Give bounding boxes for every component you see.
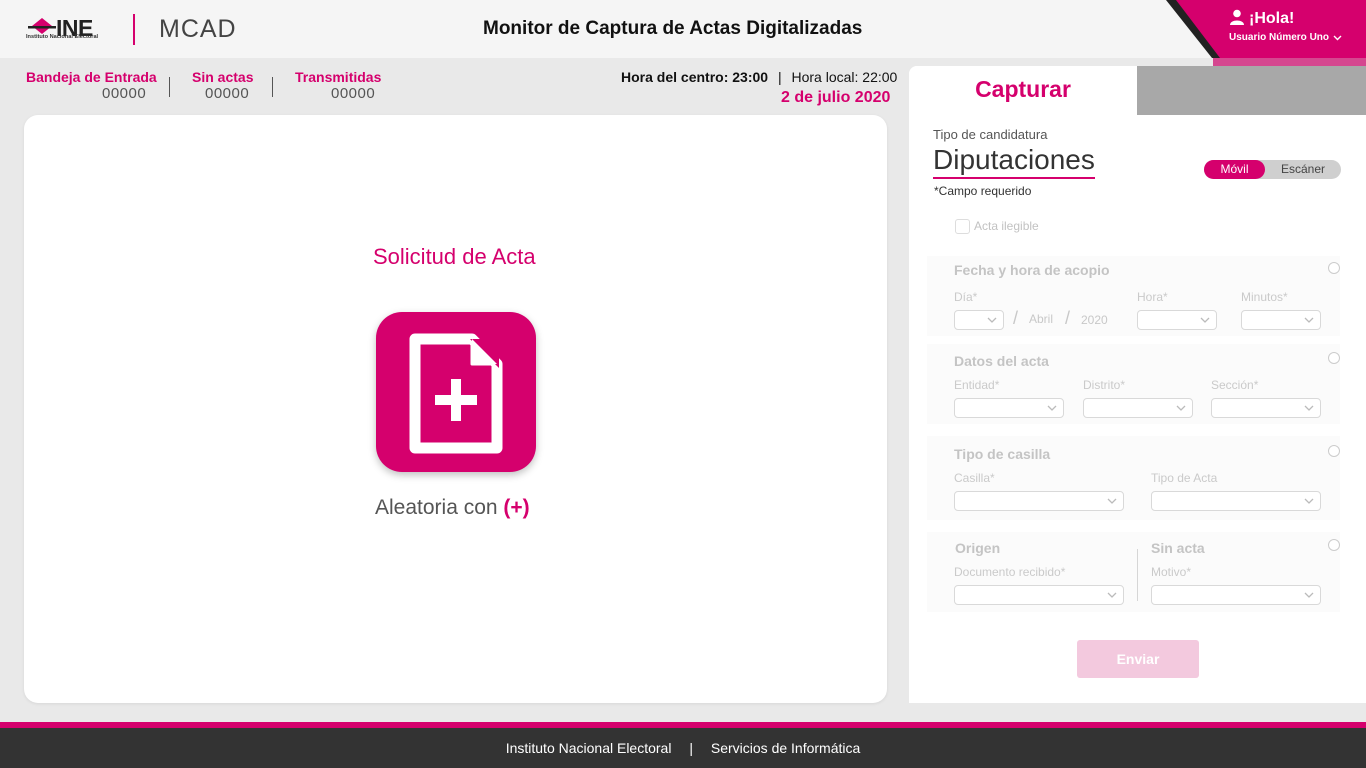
section-radio[interactable]: [1328, 445, 1340, 457]
chevron-down-icon: [1107, 592, 1117, 598]
hour-label: Hora*: [1137, 290, 1168, 304]
center-time: Hora del centro: 23:00: [621, 69, 769, 85]
day-select[interactable]: [954, 310, 1004, 330]
footer: Instituto Nacional Electoral | Servicios…: [0, 728, 1366, 768]
chevron-down-icon: [1047, 405, 1057, 411]
act-type-label: Tipo de Acta: [1151, 471, 1218, 485]
entity-label: Entidad*: [954, 378, 1000, 392]
entity-select[interactable]: [954, 398, 1064, 418]
tab-secondary[interactable]: [1137, 66, 1366, 115]
section-select[interactable]: [1211, 398, 1321, 418]
submit-button[interactable]: Enviar: [1077, 640, 1199, 678]
illegible-label: Acta ilegible: [974, 219, 1039, 233]
app-header: INE Instituto Nacional Electoral MCAD Mo…: [0, 0, 1366, 58]
ine-logo[interactable]: INE Instituto Nacional Electoral: [26, 15, 114, 44]
chevron-down-icon: [987, 317, 997, 323]
section-field-label: Sección*: [1211, 378, 1259, 392]
reason-select[interactable]: [1151, 585, 1321, 605]
greeting-text: ¡Hola!: [1249, 10, 1295, 27]
section-title: Sin acta: [1151, 540, 1205, 556]
chevron-down-icon: [1333, 35, 1342, 41]
tab-capture[interactable]: Capturar: [909, 66, 1137, 115]
toggle-mobile[interactable]: Móvil: [1204, 160, 1265, 179]
candidacy-type-label: Tipo de candidatura: [933, 127, 1048, 142]
year-value: 2020: [1081, 313, 1108, 327]
document-received-select[interactable]: [954, 585, 1124, 605]
chevron-down-icon: [1304, 317, 1314, 323]
polling-label: Casilla*: [954, 471, 995, 485]
logo-subtitle: Instituto Nacional Electoral: [26, 34, 99, 40]
section-divider: [1137, 549, 1138, 601]
page-title: Monitor de Captura de Actas Digitalizada…: [483, 18, 863, 39]
chevron-down-icon: [1200, 317, 1210, 323]
random-plus: (+): [503, 496, 530, 519]
local-time: Hora local: 22:00: [791, 69, 898, 85]
date-separator: /: [1065, 308, 1071, 328]
chevron-down-icon: [1107, 498, 1117, 504]
random-text: Aleatoria con: [375, 496, 498, 519]
section-title: Origen: [955, 540, 1001, 556]
time-separator: |: [777, 69, 782, 85]
district-select[interactable]: [1083, 398, 1193, 418]
counter-label: Sin actas: [192, 69, 254, 85]
chevron-down-icon: [1304, 405, 1314, 411]
current-date: 2 de julio 2020: [781, 89, 891, 106]
time-info: Hora del centro: 23:00 | Hora local: 22:…: [621, 69, 897, 85]
user-greeting[interactable]: ¡Hola!: [1229, 9, 1294, 28]
chevron-down-icon: [1304, 592, 1314, 598]
polling-select[interactable]: [954, 491, 1124, 511]
user-name: Usuario Número Uno: [1229, 32, 1330, 43]
hour-select[interactable]: [1137, 310, 1217, 330]
act-type-select[interactable]: [1151, 491, 1321, 511]
date-separator: /: [1013, 308, 1019, 328]
counter-value: 00000: [331, 85, 376, 102]
counter-divider: [272, 77, 273, 97]
footer-separator: |: [689, 740, 693, 756]
counter-no-acts[interactable]: Sin actas 00000: [192, 68, 254, 104]
counter-divider: [169, 77, 170, 97]
toggle-scanner[interactable]: Escáner: [1265, 160, 1341, 179]
document-received-label: Documento recibido*: [954, 565, 1066, 579]
chevron-down-icon: [1304, 498, 1314, 504]
user-icon: [1230, 9, 1244, 25]
district-label: Distrito*: [1083, 378, 1126, 392]
section-radio[interactable]: [1328, 539, 1340, 551]
minutes-label: Minutos*: [1241, 290, 1288, 304]
minutes-select[interactable]: [1241, 310, 1321, 330]
day-label: Día*: [954, 290, 978, 304]
capture-panel: Capturar Tipo de candidatura Diputacione…: [909, 66, 1366, 703]
counter-transmitted[interactable]: Transmitidas 00000: [295, 68, 385, 104]
counter-value: 00000: [205, 85, 250, 102]
counter-value: 00000: [102, 85, 147, 102]
illegible-checkbox[interactable]: [955, 219, 970, 234]
source-toggle[interactable]: Móvil Escáner: [1204, 160, 1341, 179]
counter-inbox[interactable]: Bandeja de Entrada 00000: [26, 68, 157, 104]
logo-divider: [133, 14, 135, 45]
request-random-act-button[interactable]: [376, 312, 536, 472]
section-title: Datos del acta: [954, 353, 1049, 369]
section-radio[interactable]: [1328, 262, 1340, 274]
section-title: Tipo de casilla: [954, 446, 1051, 462]
month-value: Abril: [1029, 312, 1054, 326]
footer-services[interactable]: Servicios de Informática: [711, 740, 860, 756]
section-title: Fecha y hora de acopio: [954, 262, 1110, 278]
chevron-down-icon: [1176, 405, 1186, 411]
counter-label: Transmitidas: [295, 69, 382, 85]
document-add-icon: [409, 333, 503, 454]
request-title: Solicitud de Acta: [373, 244, 536, 269]
reason-label: Motivo*: [1151, 565, 1192, 579]
counter-label: Bandeja de Entrada: [26, 69, 157, 85]
footer-org[interactable]: Instituto Nacional Electoral: [506, 740, 672, 756]
section-radio[interactable]: [1328, 352, 1340, 364]
app-name: MCAD: [159, 15, 237, 43]
random-label: Aleatoria con (+): [375, 496, 530, 520]
user-menu[interactable]: Usuario Número Uno: [1229, 32, 1342, 43]
candidacy-type-value[interactable]: Diputaciones: [933, 144, 1095, 179]
required-note: *Campo requerido: [934, 184, 1032, 198]
